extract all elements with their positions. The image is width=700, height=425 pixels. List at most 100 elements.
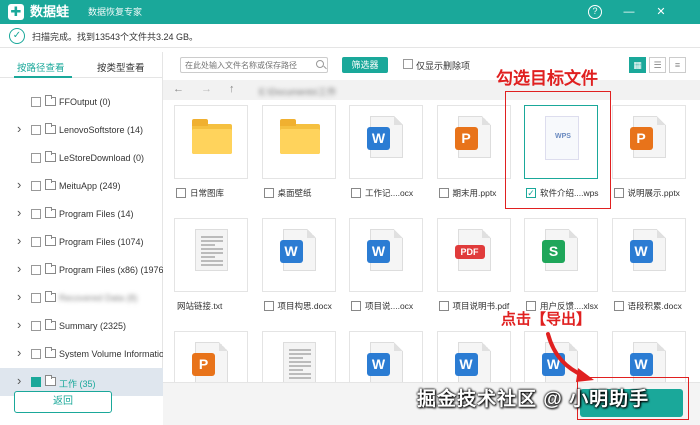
file-name: 项目构思.docx <box>277 301 332 311</box>
tree-item[interactable]: › Program Files (1074) <box>0 228 163 256</box>
file-thumbnail[interactable]: W <box>261 218 336 292</box>
chevron-right-icon[interactable]: › <box>17 121 21 136</box>
file-thumbnail[interactable]: PDF <box>436 218 511 292</box>
grid-view-icon[interactable]: ▦ <box>629 57 646 73</box>
folder-icon <box>45 151 56 162</box>
file-thumbnail[interactable]: W <box>349 105 423 179</box>
search-input[interactable] <box>185 59 311 71</box>
tree-item-checkbox[interactable] <box>31 321 41 331</box>
tree-item-checkbox[interactable] <box>31 97 41 107</box>
tree-item-label: Program Files (1074) <box>59 237 144 247</box>
minimize-icon[interactable]: — <box>622 5 636 19</box>
file-thumbnail[interactable] <box>174 218 248 292</box>
word-file-icon: W <box>629 342 666 382</box>
file-tile[interactable]: W 项目说....ocx <box>342 218 429 313</box>
chevron-right-icon[interactable]: › <box>17 177 21 192</box>
file-thumbnail[interactable]: P <box>611 105 686 179</box>
tree-item[interactable]: FFOutput (0) <box>0 88 163 116</box>
file-tile[interactable]: P 期末用.pptx <box>430 105 517 200</box>
chevron-right-icon[interactable]: › <box>17 345 21 360</box>
chevron-right-icon[interactable]: › <box>17 261 21 276</box>
app-name: 数据蛙 <box>30 4 70 19</box>
file-thumbnail[interactable]: P <box>436 105 511 179</box>
back-icon[interactable]: ← <box>173 83 184 95</box>
file-thumbnail[interactable] <box>174 105 248 179</box>
navigation-bar: ← → ↑ E:\Documents\工作 <box>163 80 700 100</box>
file-tile[interactable]: W 项目构思.docx <box>255 218 342 313</box>
file-thumbnail[interactable]: W <box>611 331 686 382</box>
file-checkbox[interactable] <box>613 301 624 311</box>
search-icon[interactable] <box>316 60 324 68</box>
file-checkbox[interactable] <box>438 301 449 311</box>
tree-item[interactable]: › Program Files (14) <box>0 200 163 228</box>
chevron-right-icon[interactable]: › <box>17 289 21 304</box>
tree-item-checkbox[interactable] <box>31 153 41 163</box>
word-badge: W <box>629 353 653 376</box>
tree-item[interactable]: › System Volume Information <box>0 340 163 368</box>
file-thumbnail[interactable]: W <box>349 331 423 382</box>
tree-item-label: FFOutput (0) <box>59 97 111 107</box>
folder-tree: FFOutput (0) › LenovoSoftstore (14) LeStore… <box>0 88 163 396</box>
forward-icon[interactable]: → <box>201 83 212 95</box>
deleted-only-checkbox[interactable] <box>403 59 413 69</box>
file-checkbox[interactable] <box>438 188 449 198</box>
list-view-icon[interactable]: ☰ <box>649 57 666 73</box>
file-tile[interactable]: W 工作记....ocx <box>342 105 429 200</box>
tree-item[interactable]: › Summary (2325) <box>0 312 163 340</box>
chevron-right-icon[interactable]: › <box>17 373 21 388</box>
file-checkbox[interactable] <box>613 188 624 198</box>
tree-item[interactable]: › Recovered Data (8) <box>0 284 163 312</box>
file-checkbox[interactable] <box>263 301 274 311</box>
tree-item-checkbox[interactable] <box>31 237 41 247</box>
file-thumbnail[interactable]: P <box>174 331 248 382</box>
tree-item-checkbox[interactable] <box>31 125 41 135</box>
file-thumbnail[interactable]: S <box>524 218 598 292</box>
tree-item[interactable]: LeStoreDownload (0) <box>0 144 163 172</box>
file-tile[interactable]: W 语段积累.docx <box>605 218 692 313</box>
tree-item-checkbox[interactable] <box>31 293 41 303</box>
filter-button[interactable]: 筛选器 <box>342 57 388 73</box>
tab-by-path[interactable]: 按路径查看 <box>17 60 65 74</box>
up-icon[interactable]: ↑ <box>229 83 235 95</box>
word-badge: W <box>629 240 653 263</box>
tree-item-checkbox[interactable] <box>31 209 41 219</box>
return-button[interactable]: 返回 <box>14 391 112 413</box>
chevron-right-icon[interactable]: › <box>17 317 21 332</box>
file-tile[interactable] <box>255 331 342 382</box>
file-tile[interactable]: W <box>342 331 429 382</box>
tree-item[interactable]: › MeituApp (249) <box>0 172 163 200</box>
file-thumbnail[interactable]: W <box>611 218 686 292</box>
ppt-file-icon: P <box>629 116 666 158</box>
file-thumbnail[interactable] <box>261 105 336 179</box>
file-checkbox[interactable] <box>176 188 186 198</box>
file-thumbnail[interactable]: W <box>349 218 423 292</box>
file-tile[interactable]: S 用户反馈....xlsx <box>517 218 604 313</box>
file-tile[interactable]: P <box>167 331 254 382</box>
file-tile[interactable]: P 说明展示.pptx <box>605 105 692 200</box>
file-checkbox[interactable] <box>351 188 361 198</box>
tree-item-checkbox[interactable] <box>31 265 41 275</box>
close-icon[interactable]: ✕ <box>654 5 668 19</box>
detail-view-icon[interactable]: ≡ <box>669 57 686 73</box>
file-name: 期末用.pptx <box>452 188 497 198</box>
file-tile[interactable]: 日常图库 <box>167 105 254 200</box>
file-thumbnail[interactable]: W <box>436 331 511 382</box>
file-tile[interactable]: W <box>605 331 692 382</box>
tree-item-checkbox[interactable] <box>31 181 41 191</box>
file-thumbnail[interactable] <box>261 331 336 382</box>
tree-item[interactable]: › Program Files (x86) (1976) <box>0 256 163 284</box>
tree-item[interactable]: › LenovoSoftstore (14) <box>0 116 163 144</box>
help-icon[interactable]: ? <box>588 5 602 19</box>
tree-item-checkbox[interactable] <box>31 349 41 359</box>
tab-by-type[interactable]: 按类型查看 <box>97 60 145 74</box>
chevron-right-icon[interactable]: › <box>17 233 21 248</box>
chevron-right-icon[interactable]: › <box>17 205 21 220</box>
file-tile[interactable]: W <box>430 331 517 382</box>
tree-item-checkbox[interactable] <box>31 377 41 387</box>
file-tile[interactable]: 桌面壁纸 <box>255 105 342 200</box>
file-tile[interactable]: 网站链接.txt <box>167 218 254 313</box>
file-tile[interactable]: PDF 项目说明书.pdf <box>430 218 517 313</box>
watermark: 掘金技术社区 @ 小明助手 <box>417 389 650 410</box>
file-checkbox[interactable] <box>263 188 274 198</box>
file-checkbox[interactable] <box>351 301 361 311</box>
